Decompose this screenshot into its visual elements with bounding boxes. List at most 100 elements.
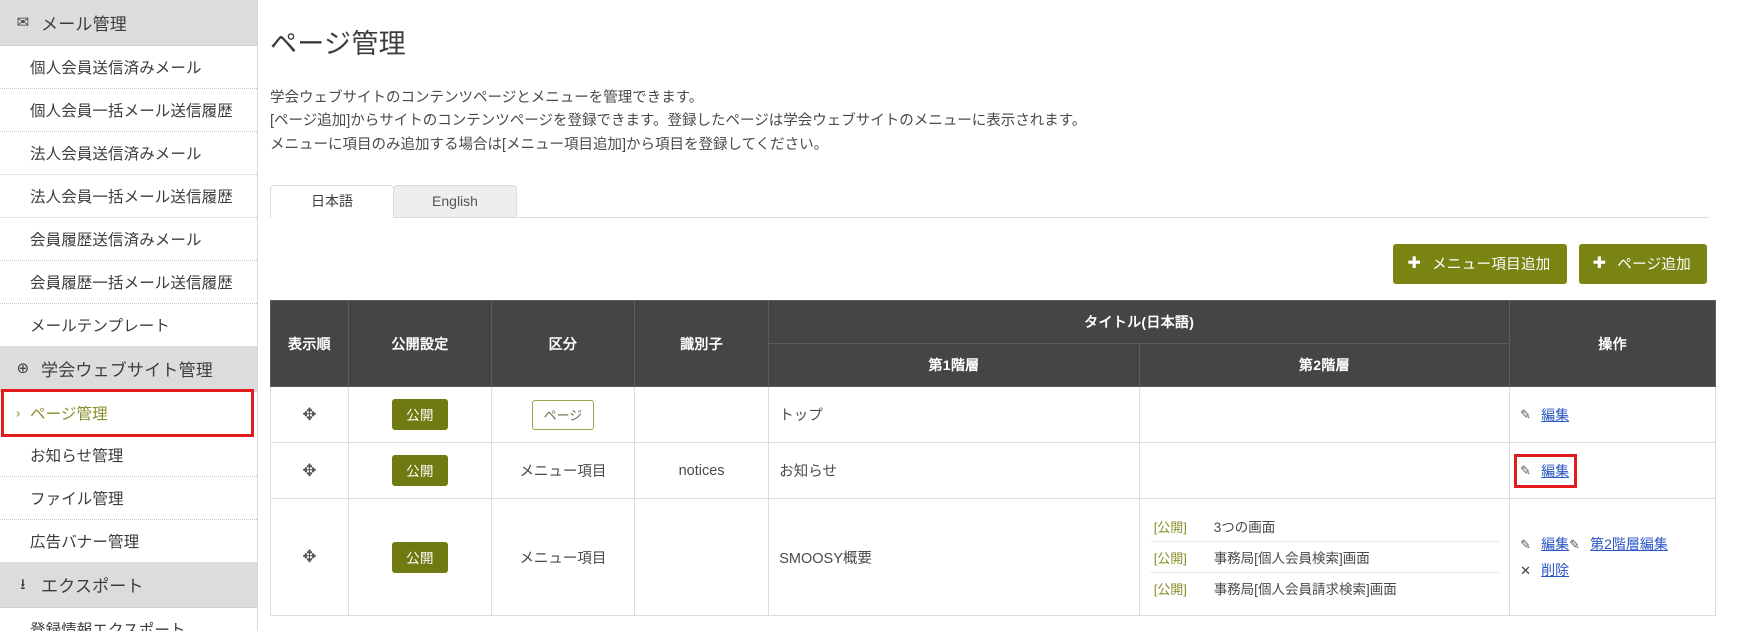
level2-item: [公開] 3つの画面	[1149, 511, 1500, 543]
cell-kind: メニュー項目	[490, 498, 635, 617]
level2-title: 3つの画面	[1213, 520, 1276, 536]
sidebar-item-label: お知らせ管理	[30, 448, 124, 465]
cell-publish: 公開	[347, 442, 492, 500]
cell-kind: メニュー項目	[490, 442, 635, 500]
sidebar: ✉ メール管理個人会員送信済みメール個人会員一括メール送信履歴 法人会員送信済みメー…	[0, 0, 258, 631]
action-edit[interactable]: ✎ 編集	[1520, 531, 1569, 557]
sidebar-item-label: 会員履歴送信済みメール	[30, 232, 202, 249]
status-badge: 公開	[392, 455, 448, 487]
pages-table: 表示順 公開設定 区分 識別子 タイトル(日本語) 操作 第1階層 第2階層 ✥…	[270, 300, 1716, 617]
tab-english[interactable]: English	[393, 185, 517, 218]
cell-order: ✥	[270, 442, 349, 500]
add-page-button[interactable]: ✚ ページ追加	[1578, 244, 1707, 285]
sidebar-item-2-2[interactable]: お知らせ管理	[0, 434, 257, 477]
th-kind: 区分	[490, 300, 635, 388]
action-edit[interactable]: ✎ 編集	[1520, 402, 1569, 428]
th-publish: 公開設定	[347, 300, 492, 388]
cell-level2-list	[1138, 442, 1511, 500]
sidebar-item-1-5[interactable]: 会員履歴送信済みメール	[0, 218, 257, 261]
sidebar-item-1-2[interactable]: 個人会員一括メール送信履歴	[0, 89, 257, 132]
drag-handle-icon[interactable]: ✥	[302, 461, 316, 480]
pages-table-head: 表示順 公開設定 区分 識別子 タイトル(日本語) 操作 第1階層 第2階層	[270, 300, 1716, 388]
tab-japanese[interactable]: 日本語	[270, 185, 394, 219]
description-line-3: メニューに項目のみ追加する場合は[メニュー項目追加]から項目を登録してください。	[270, 136, 829, 153]
th-level1: 第1階層	[768, 343, 1140, 388]
table-header-row-1: 表示順 公開設定 区分 識別子 タイトル(日本語) 操作	[270, 300, 1716, 388]
th-action: 操作	[1509, 300, 1716, 388]
chevron-right-icon: ›	[16, 405, 21, 421]
pencil-icon: ✎	[1520, 407, 1532, 423]
level2-status: [公開]	[1153, 519, 1187, 535]
cell-identifier	[633, 498, 770, 617]
cell-level1-title: お知らせ	[768, 442, 1140, 500]
level2-status: [公開]	[1153, 581, 1187, 597]
table-row: ✥ 公開 メニュー項目 notices お知らせ ✎ 編集	[270, 442, 1716, 500]
cell-level1-title: トップ	[768, 386, 1140, 444]
page-root: ✉ メール管理個人会員送信済みメール個人会員一括メール送信履歴 法人会員送信済みメー…	[0, 0, 1739, 631]
cell-actions: ✎ 編集	[1509, 386, 1716, 444]
action-link-label[interactable]: 編集	[1541, 534, 1569, 554]
kind-badge: ページ	[531, 399, 595, 430]
level2-status: [公開]	[1153, 550, 1187, 566]
sidebar-item-label: ファイル管理	[30, 491, 124, 508]
sidebar-item-label: 個人会員送信済みメール	[30, 60, 202, 77]
sidebar-item-1-4[interactable]: 法人会員一括メール送信履歴	[0, 175, 257, 218]
cell-level1-title: SMOOSY概要	[768, 498, 1140, 617]
th-level2: 第2階層	[1138, 343, 1511, 388]
cell-order: ✥	[270, 386, 349, 444]
th-identifier: 識別子	[633, 300, 770, 388]
cell-actions: ✎ 編集 ✎ 第2階層編集 ✕ 削除	[1509, 498, 1716, 617]
sidebar-item-2-3[interactable]: ファイル管理	[0, 477, 257, 520]
action-link-label[interactable]: 編集	[1541, 405, 1569, 425]
sidebar-group-label: 学会ウェブサイト管理	[41, 361, 213, 380]
th-title-group: タイトル(日本語)	[768, 300, 1511, 345]
description-line-2: [ページ追加]からサイトのコンテンツページを登録できます。登録したページは学会ウ…	[270, 113, 1087, 130]
level2-title: 事務局[個人会員検索]画面	[1213, 551, 1370, 567]
sidebar-group-label: エクスポート	[41, 577, 144, 596]
cell-identifier: notices	[633, 442, 770, 500]
cell-kind: ページ	[490, 386, 635, 444]
sidebar-item-1-6[interactable]: 会員履歴一括メール送信履歴	[0, 261, 257, 304]
sidebar-item-1-7[interactable]: メールテンプレート	[0, 304, 257, 346]
sidebar-item-1-1[interactable]: 個人会員送信済みメール	[0, 46, 257, 89]
drag-handle-icon[interactable]: ✥	[302, 547, 316, 566]
action-link-label[interactable]: 編集	[1541, 461, 1569, 481]
main-content: ページ管理 学会ウェブサイトのコンテンツページとメニューを管理できます。 [ページ…	[258, 0, 1739, 631]
pencil-icon: ✎	[1520, 463, 1532, 479]
level2-title: 事務局[個人会員請求検索]画面	[1213, 582, 1397, 598]
action-edit-level2[interactable]: ✎ 第2階層編集	[1569, 531, 1668, 557]
table-row: ✥ 公開 ページ トップ ✎ 編集	[270, 386, 1716, 444]
action-link-label[interactable]: 削除	[1541, 560, 1569, 580]
sidebar-group-1[interactable]: ✉ メール管理	[0, 0, 257, 46]
sidebar-item-1-3[interactable]: 法人会員送信済みメール	[0, 132, 257, 175]
action-edit[interactable]: ✎ 編集	[1520, 458, 1569, 484]
sidebar-item-label: 会員履歴一括メール送信履歴	[30, 275, 233, 292]
sidebar-item-2-4[interactable]: 広告バナー管理	[0, 520, 257, 562]
action-delete[interactable]: ✕ 削除	[1520, 557, 1569, 583]
sidebar-item-2-1[interactable]: › ページ管理	[0, 392, 257, 434]
pencil-icon: ✎	[1569, 536, 1581, 552]
action-button-bar: ✚ メニュー項目追加 ✚ ページ追加	[270, 218, 1709, 300]
button-label: ページ追加	[1617, 257, 1691, 274]
status-badge: 公開	[392, 399, 448, 431]
drag-handle-icon[interactable]: ✥	[302, 405, 316, 424]
level2-list: [公開] 3つの画面 [公開] 事務局[個人会員検索]画面 [公開] 事務局[個人会員請求…	[1149, 511, 1500, 603]
cell-actions: ✎ 編集	[1509, 442, 1716, 500]
language-tabs: 日本語 English	[270, 185, 1709, 219]
cell-order: ✥	[270, 498, 349, 617]
plus-icon: ✚	[1592, 254, 1607, 272]
pencil-icon: ✎	[1520, 536, 1532, 552]
sidebar-group-2[interactable]: ⊕ 学会ウェブサイト管理	[0, 346, 257, 392]
sidebar-item-3-1[interactable]: 登録情報エクスポート	[0, 608, 257, 631]
sidebar-group-3[interactable]: ⭳ エクスポート	[0, 562, 257, 608]
mail-icon: ✉	[16, 14, 30, 31]
action-link-label[interactable]: 第2階層編集	[1590, 534, 1668, 554]
sidebar-item-label: ページ管理	[30, 406, 108, 423]
button-label: メニュー項目追加	[1432, 257, 1551, 274]
page-title: ページ管理	[270, 29, 406, 59]
add-menu-item-button[interactable]: ✚ メニュー項目追加	[1393, 244, 1567, 285]
cell-identifier	[633, 386, 770, 444]
cell-level2-list	[1138, 386, 1511, 444]
plus-icon: ✚	[1407, 254, 1422, 272]
level2-item: [公開] 事務局[個人会員検索]画面	[1149, 542, 1500, 574]
